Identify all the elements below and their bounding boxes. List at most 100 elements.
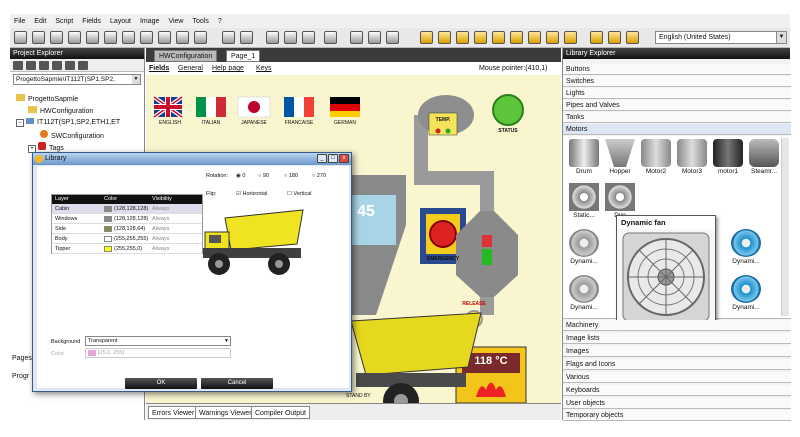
tab-errors-viewer[interactable]: Errors Viewer xyxy=(148,406,199,419)
flag-france-icon[interactable] xyxy=(284,97,314,117)
recipe-icon[interactable] xyxy=(456,31,469,44)
layer-visibility[interactable]: Always xyxy=(152,205,169,213)
maximize-icon[interactable]: □ xyxy=(328,154,338,163)
category-keyboards[interactable]: Keyboards xyxy=(563,385,791,396)
menu-edit[interactable]: Edit xyxy=(34,18,46,25)
status-lamp-icon[interactable] xyxy=(492,94,524,126)
tag-icon[interactable] xyxy=(420,31,433,44)
chevron-down-icon[interactable]: ▼ xyxy=(224,337,229,345)
cancel-button[interactable]: Cancel xyxy=(201,378,273,389)
message-icon[interactable] xyxy=(474,31,487,44)
download-icon[interactable] xyxy=(176,31,189,44)
rotation-0-radio[interactable]: ◉ 0 xyxy=(236,172,245,180)
rotation-270-radio[interactable]: ○ 270 xyxy=(312,172,326,180)
upload-icon[interactable] xyxy=(194,31,207,44)
category-machinery[interactable]: Machinery xyxy=(563,320,791,331)
layer-row[interactable]: Body (255,255,255) Always xyxy=(52,234,202,244)
move-up-icon[interactable] xyxy=(39,61,49,70)
trend-icon[interactable] xyxy=(492,31,505,44)
category-buttons[interactable]: Buttons xyxy=(563,64,791,75)
keys-link[interactable]: Keys xyxy=(256,62,272,75)
layer-visibility[interactable]: Always xyxy=(152,245,169,253)
gallery-item-dynamic[interactable]: Dynami... xyxy=(566,229,602,269)
library-icon[interactable] xyxy=(626,31,639,44)
tree-item-project[interactable]: ProgettoSapmle xyxy=(16,94,78,104)
layer-visibility[interactable]: Always xyxy=(152,235,169,243)
menu-tools[interactable]: Tools xyxy=(192,18,208,25)
flag-japan-icon[interactable] xyxy=(237,96,271,118)
ok-button[interactable]: OK xyxy=(125,378,197,389)
flag-italy-icon[interactable] xyxy=(196,97,226,117)
undo-icon[interactable] xyxy=(222,31,235,44)
paste-icon[interactable] xyxy=(302,31,315,44)
rotation-90-radio[interactable]: ○ 90 xyxy=(258,172,269,180)
compile-icon[interactable] xyxy=(158,31,171,44)
category-pipes-and-valves[interactable]: Pipes and Valves xyxy=(563,100,791,111)
close-icon[interactable]: x xyxy=(339,154,349,163)
prev-page-icon[interactable] xyxy=(368,31,381,44)
page-icon[interactable] xyxy=(350,31,363,44)
gallery-item-hopper[interactable]: Hopper xyxy=(602,139,638,179)
tree-item-tags[interactable]: + Tags xyxy=(28,142,64,153)
category-image-lists[interactable]: Image lists xyxy=(563,333,791,344)
delete-icon[interactable] xyxy=(324,31,337,44)
tree-item-swconfiguration[interactable]: SWConfiguration xyxy=(40,130,104,140)
add-icon[interactable] xyxy=(13,61,23,70)
category-images[interactable]: Images xyxy=(563,346,791,357)
collapse-icon[interactable] xyxy=(78,61,88,70)
remove-icon[interactable] xyxy=(26,61,36,70)
gallery-item-drum[interactable]: Drum xyxy=(566,139,602,179)
layer-row[interactable]: Side (128,128,64) Always xyxy=(52,224,202,234)
category-temporary-objects[interactable]: Temporary objects xyxy=(563,410,791,421)
report-icon[interactable] xyxy=(564,31,577,44)
network-icon[interactable] xyxy=(590,31,603,44)
fields-link[interactable]: Fields xyxy=(149,62,169,75)
minimize-icon[interactable]: _ xyxy=(317,154,327,163)
open-icon[interactable] xyxy=(32,31,45,44)
category-flags-and-icons[interactable]: Flags and Icons xyxy=(563,359,791,370)
gallery-item-dynamic-blue[interactable]: Dynami... xyxy=(728,275,764,315)
next-page-icon[interactable] xyxy=(386,31,399,44)
move-down-icon[interactable] xyxy=(52,61,62,70)
check-icon[interactable] xyxy=(104,31,117,44)
check-all-icon[interactable] xyxy=(122,31,135,44)
chevron-down-icon[interactable]: ▼ xyxy=(776,32,786,43)
gallery-item-motor1[interactable]: motor1 xyxy=(710,139,746,179)
background-select[interactable]: Transparent ▼ xyxy=(85,336,231,346)
tree-item-hwconfiguration[interactable]: HWConfiguration xyxy=(28,106,93,116)
rotation-180-radio[interactable]: ○ 180 xyxy=(284,172,298,180)
layer-visibility[interactable]: Always xyxy=(152,225,169,233)
chevron-down-icon[interactable]: ▼ xyxy=(132,75,140,84)
tree-item-device[interactable]: − IT112T(SP1,SP2,ETH1,ET xyxy=(16,118,120,128)
project-combo[interactable]: ProgettoSapmle\IT112T(SP1,SP2, ▼ xyxy=(13,74,141,85)
tab-warnings-viewer[interactable]: Warnings Viewer xyxy=(195,406,256,419)
user-icon[interactable] xyxy=(546,31,559,44)
collapse-toggle-icon[interactable]: − xyxy=(16,119,24,127)
menu-view[interactable]: View xyxy=(168,18,183,25)
save-all-icon[interactable] xyxy=(68,31,81,44)
menu-image[interactable]: Image xyxy=(140,18,159,25)
language-select[interactable]: English (United States) ▼ xyxy=(655,31,787,44)
gallery-item-motor2[interactable]: Motor2 xyxy=(638,139,674,179)
pdf-icon[interactable] xyxy=(510,31,523,44)
tab-hwconfiguration[interactable]: HWConfiguration xyxy=(154,50,218,62)
category-tanks[interactable]: Tanks xyxy=(563,112,791,123)
layer-visibility[interactable]: Always xyxy=(152,215,169,223)
gallery-scrollbar[interactable] xyxy=(781,138,789,316)
cut-icon[interactable] xyxy=(266,31,279,44)
general-link[interactable]: General xyxy=(178,62,203,75)
check-page-icon[interactable] xyxy=(140,31,153,44)
script-icon[interactable] xyxy=(528,31,541,44)
layer-row[interactable]: Tipper (255,255,0) Always xyxy=(52,244,202,254)
menu-fields[interactable]: Fields xyxy=(82,18,101,25)
expand-icon[interactable] xyxy=(65,61,75,70)
layer-row[interactable]: Windows (128,128,128) Always xyxy=(52,214,202,224)
flip-horizontal-checkbox[interactable]: ☑ Horizontal xyxy=(236,190,267,198)
tab-page-1[interactable]: Page_1 xyxy=(226,50,261,62)
gallery-item-dynamic[interactable]: Dynami... xyxy=(566,275,602,315)
menu-script[interactable]: Script xyxy=(55,18,73,25)
help-page-link[interactable]: Help page xyxy=(212,62,244,75)
layer-row[interactable]: Cabin (128,128,128) Always xyxy=(52,204,202,214)
category-motors[interactable]: Motors xyxy=(563,124,791,135)
print-icon[interactable] xyxy=(86,31,99,44)
